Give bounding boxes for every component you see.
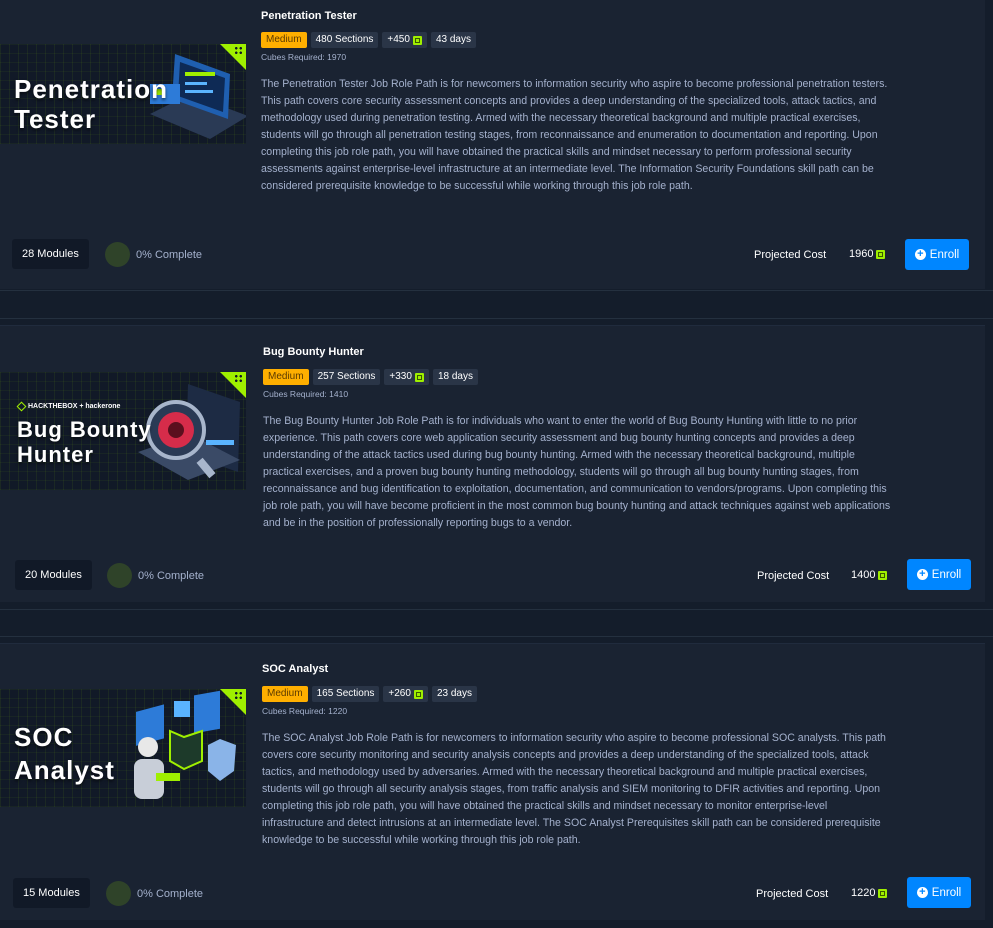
thumbnail-title: Penetration Tester <box>14 74 169 134</box>
progress-text: 0% Complete <box>138 570 205 582</box>
projected-cost-value: 1400 <box>851 569 888 581</box>
cubes-required: Cubes Required: 1410 <box>263 389 349 399</box>
modules-count: 15 Modules <box>13 878 90 908</box>
thumbnail-title: Bug Bounty Hunter <box>17 417 152 467</box>
reward-value: +260 <box>388 688 411 699</box>
enroll-button[interactable]: + Enroll <box>907 877 971 908</box>
hackthebox-logo-icon <box>16 401 27 412</box>
path-description: The Penetration Tester Job Role Path is … <box>261 78 888 192</box>
projected-cost-label: Projected Cost <box>757 570 830 582</box>
progress-ring <box>106 881 131 906</box>
progress-ring <box>107 563 132 588</box>
path-thumbnail[interactable]: HACKTHEBOX + hackerone Bug Bounty Hunter <box>0 372 246 490</box>
difficulty-badge: Medium <box>263 369 309 385</box>
modules-count: 20 Modules <box>15 560 92 590</box>
projected-cost-label: Projected Cost <box>754 249 827 261</box>
path-description: The SOC Analyst Job Role Path is for new… <box>262 732 886 846</box>
reward-badge: +260 <box>383 686 428 702</box>
path-card-bug-bounty-hunter[interactable]: HACKTHEBOX + hackerone Bug Bounty Hunter… <box>0 325 985 602</box>
cube-icon <box>414 372 424 382</box>
cubes-required: Cubes Required: 1220 <box>262 706 348 716</box>
plus-circle-icon: + <box>916 887 928 898</box>
reward-value: +450 <box>387 34 410 45</box>
enroll-label: Enroll <box>931 886 962 899</box>
brand-text: HACKTHEBOX + hackerone <box>28 403 121 410</box>
cube-icon <box>876 249 886 259</box>
duration-badge: 18 days <box>432 369 478 385</box>
path-card-penetration-tester[interactable]: Penetration Tester Penetration Tester Me… <box>0 0 985 289</box>
sections-badge: 480 Sections <box>310 32 379 48</box>
path-badges: Medium 257 Sections +330 18 days <box>263 369 478 385</box>
progress-text: 0% Complete <box>136 249 203 261</box>
plus-circle-icon: + <box>916 569 928 580</box>
duration-badge: 43 days <box>430 32 476 48</box>
cube-icon <box>412 35 422 45</box>
reward-value: +330 <box>389 371 412 382</box>
cube-icon <box>413 689 423 699</box>
path-description: The Bug Bounty Hunter Job Role Path is f… <box>263 415 891 529</box>
cubes-required: Cubes Required: 1970 <box>261 52 347 62</box>
duration-badge: 23 days <box>431 686 477 702</box>
path-thumbnail[interactable]: Penetration Tester <box>0 44 246 144</box>
path-card-soc-analyst[interactable]: SOC Analyst SOC Analyst Medium 165 Secti… <box>0 643 985 920</box>
cube-icon <box>878 888 888 898</box>
modules-count: 28 Modules <box>12 239 89 269</box>
path-title[interactable]: SOC Analyst <box>262 663 328 675</box>
enroll-label: Enroll <box>931 568 962 581</box>
enroll-button[interactable]: + Enroll <box>905 239 969 270</box>
path-badges: Medium 480 Sections +450 43 days <box>261 32 476 48</box>
path-title[interactable]: Penetration Tester <box>261 10 357 22</box>
difficulty-badge: Medium <box>262 686 308 702</box>
projected-cost-value: 1220 <box>851 887 888 899</box>
path-badges: Medium 165 Sections +260 23 days <box>262 686 477 702</box>
cost-number: 1400 <box>851 569 876 581</box>
enroll-label: Enroll <box>929 248 960 261</box>
enroll-button[interactable]: + Enroll <box>907 559 971 590</box>
path-thumbnail[interactable]: SOC Analyst <box>0 689 246 807</box>
projected-cost-label: Projected Cost <box>756 888 829 900</box>
thumbnail-title: SOC Analyst <box>14 722 115 785</box>
reward-badge: +450 <box>382 32 427 48</box>
path-title[interactable]: Bug Bounty Hunter <box>263 346 364 358</box>
progress-ring <box>105 242 130 267</box>
cost-number: 1220 <box>851 887 876 899</box>
cost-number: 1960 <box>849 248 874 260</box>
progress-text: 0% Complete <box>137 888 204 900</box>
sections-badge: 165 Sections <box>311 686 380 702</box>
plus-circle-icon: + <box>914 249 926 260</box>
brand-lockup: HACKTHEBOX + hackerone <box>16 401 121 412</box>
projected-cost-value: 1960 <box>849 248 886 260</box>
reward-badge: +330 <box>384 369 429 385</box>
difficulty-badge: Medium <box>261 32 307 48</box>
sections-badge: 257 Sections <box>312 369 381 385</box>
cube-icon <box>878 570 888 580</box>
